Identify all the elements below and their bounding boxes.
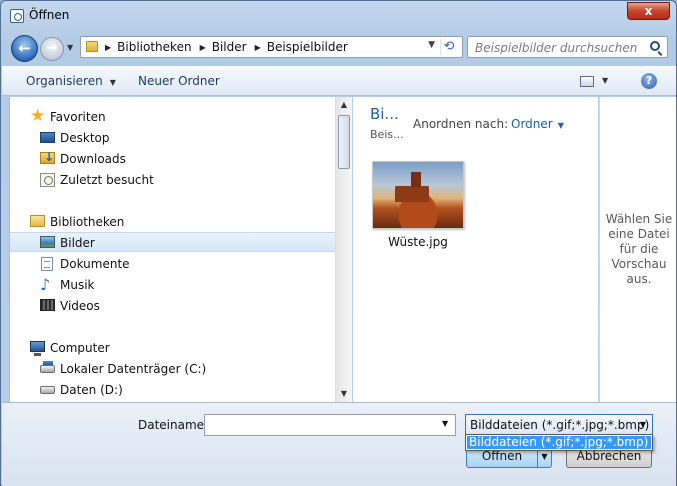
nav-documents[interactable]: Dokumente xyxy=(10,254,335,274)
nav-pictures[interactable]: Bilder xyxy=(10,232,335,252)
toolbar: Organisieren ▼ Neuer Ordner ▼ ? xyxy=(2,66,676,96)
preview-hint: Wählen Sie eine Datei für die Vorschau a… xyxy=(605,212,673,286)
address-bar[interactable]: ▶ Bibliotheken ▶ Bilder ▶ Beispielbilder… xyxy=(80,36,463,58)
chevron-right-icon[interactable]: ▶ xyxy=(105,43,111,52)
drive-icon xyxy=(40,386,55,394)
view-dropdown-icon[interactable]: ▼ xyxy=(602,76,608,85)
file-type-option[interactable]: Bilddateien (*.gif;*.jpg;*.bmp) xyxy=(467,436,651,449)
nav-computer[interactable]: Computer xyxy=(10,338,335,358)
nav-recent-places[interactable]: Zuletzt besucht xyxy=(10,170,335,190)
nav-label: Computer xyxy=(50,341,110,355)
search-icon[interactable] xyxy=(650,41,660,51)
nav-downloads[interactable]: Downloads xyxy=(10,149,335,169)
videos-icon xyxy=(40,299,55,311)
navigation-pane: ★ Favoriten Desktop Downloads Zuletzt be… xyxy=(9,97,335,402)
window-title: Öffnen xyxy=(29,8,70,22)
star-icon: ★ xyxy=(30,106,46,126)
arrange-by-value: Ordner xyxy=(511,117,553,131)
filename-dropdown-icon[interactable]: ▼ xyxy=(442,419,448,428)
help-icon[interactable]: ? xyxy=(641,73,657,89)
recent-locations-dropdown-icon[interactable]: ▼ xyxy=(67,43,73,52)
desktop-icon xyxy=(40,132,55,143)
music-icon: ♪ xyxy=(40,275,51,294)
nav-label: Bibliotheken xyxy=(50,215,125,229)
chevron-right-icon[interactable]: ▶ xyxy=(200,43,206,52)
forward-arrow-icon: → xyxy=(46,41,58,56)
nav-libraries[interactable]: Bibliotheken xyxy=(10,212,335,232)
chevron-down-icon: ▼ xyxy=(639,420,646,429)
file-type-select[interactable]: Bilddateien (*.gif;*.jpg;*.bmp) ▼ xyxy=(465,414,653,436)
nav-label: Zuletzt besucht xyxy=(60,173,154,187)
chevron-down-icon: ▼ xyxy=(109,78,116,87)
title-bar: Öffnen x xyxy=(1,1,676,31)
downloads-icon xyxy=(40,150,55,164)
file-name[interactable]: Wüste.jpg xyxy=(372,235,464,249)
nav-drive-d[interactable]: Daten (D:) xyxy=(10,380,335,400)
nav-scrollbar[interactable]: ▲ ▼ xyxy=(335,97,352,402)
scroll-down-icon[interactable]: ▼ xyxy=(336,386,352,402)
nav-label: Musik xyxy=(60,278,95,292)
nav-label: Daten (D:) xyxy=(60,383,123,397)
back-arrow-icon: ← xyxy=(18,39,31,57)
nav-label: Lokaler Datenträger (C:) xyxy=(60,362,207,376)
library-subtitle: Beis... xyxy=(370,128,404,141)
organize-button[interactable]: Organisieren ▼ xyxy=(26,74,116,88)
chevron-right-icon[interactable]: ▶ xyxy=(255,43,261,52)
new-folder-button[interactable]: Neuer Ordner xyxy=(138,74,220,88)
open-button-label: Öffnen xyxy=(481,449,523,463)
organize-label: Organisieren xyxy=(26,74,103,88)
nav-label: Favoriten xyxy=(50,110,106,124)
file-type-dropdown-list: Bilddateien (*.gif;*.jpg;*.bmp) xyxy=(465,434,653,451)
nav-label: Downloads xyxy=(60,152,126,166)
nav-music[interactable]: ♪ Musik xyxy=(10,275,335,295)
folder-icon xyxy=(86,41,98,52)
nav-drive-c[interactable]: Lokaler Datenträger (C:) xyxy=(10,359,335,379)
file-type-value: Bilddateien (*.gif;*.jpg;*.bmp) xyxy=(470,418,650,432)
open-dialog: Öffnen x ← → ▼ ▶ Bibliotheken ▶ Bilder ▶… xyxy=(0,0,677,486)
file-list: Bi... Beis... Anordnen nach: Ordner ▼ Wüs… xyxy=(353,97,598,402)
refresh-icon[interactable]: ⟲ xyxy=(440,39,457,55)
nav-label: Dokumente xyxy=(60,257,130,271)
library-title: Bi... xyxy=(370,105,399,123)
breadcrumb-sample-pictures[interactable]: Beispielbilder xyxy=(267,40,348,54)
close-button[interactable]: x xyxy=(627,2,670,20)
libraries-icon xyxy=(30,215,45,227)
nav-desktop[interactable]: Desktop xyxy=(10,128,335,148)
dialog-icon xyxy=(10,9,24,23)
breadcrumb-libraries[interactable]: Bibliotheken xyxy=(117,40,191,54)
breadcrumb-pictures[interactable]: Bilder xyxy=(212,40,247,54)
view-options-icon[interactable] xyxy=(580,76,594,87)
search-input[interactable]: Beispielbilder durchsuchen xyxy=(467,36,668,58)
file-thumbnail[interactable] xyxy=(372,161,464,229)
filename-input[interactable] xyxy=(204,414,456,436)
nav-favorites[interactable]: ★ Favoriten xyxy=(10,107,335,127)
preview-pane: Wählen Sie eine Datei für die Vorschau a… xyxy=(599,97,676,402)
forward-button[interactable]: → xyxy=(40,37,64,61)
scroll-up-icon[interactable]: ▲ xyxy=(336,97,352,113)
pictures-icon xyxy=(40,236,55,248)
back-button[interactable]: ← xyxy=(11,35,38,62)
documents-icon xyxy=(41,257,53,271)
scrollbar-thumb[interactable] xyxy=(338,115,350,169)
filename-label: Dateiname: xyxy=(138,418,209,432)
drive-icon xyxy=(40,361,55,373)
chevron-down-icon: ▼ xyxy=(557,121,564,130)
breadcrumb: ▶ Bibliotheken ▶ Bilder ▶ Beispielbilder xyxy=(105,40,356,54)
nav-label: Bilder xyxy=(60,236,95,250)
nav-videos[interactable]: Videos xyxy=(10,296,335,316)
nav-label: Videos xyxy=(60,299,100,313)
recent-places-icon xyxy=(40,173,55,187)
close-icon: x xyxy=(644,4,653,18)
computer-icon xyxy=(30,341,45,356)
search-placeholder: Beispielbilder durchsuchen xyxy=(475,41,638,55)
nav-label: Desktop xyxy=(60,131,110,145)
arrange-by-dropdown[interactable]: Ordner ▼ xyxy=(511,117,564,131)
arrange-by-label: Anordnen nach: xyxy=(413,117,509,131)
address-dropdown-icon[interactable]: ▼ xyxy=(428,40,435,50)
